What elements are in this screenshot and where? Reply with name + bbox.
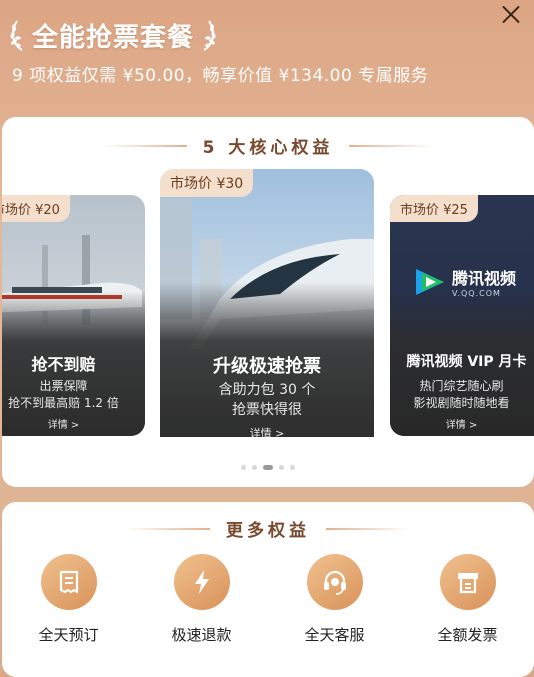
more-benefits-card: 更多权益 全天预订 极速退款 全天客服 全额发票 — [2, 502, 534, 677]
benefit-label: 全天预订 — [38, 626, 99, 644]
price-tag: 市场价 ¥30 — [160, 169, 254, 197]
lightning-icon — [173, 554, 230, 610]
close-icon[interactable] — [498, 2, 524, 28]
benefit-name: 升级极速抢票 — [213, 356, 321, 377]
benefit-card-fast-grab[interactable]: 市场价 ¥30 升级极速抢票 含助力包 30 个 抢票快得很 详情 > — [160, 169, 374, 437]
benefit-label: 全额发票 — [437, 626, 498, 644]
laurel-left-icon — [10, 20, 23, 51]
benefit-desc-line2: 抢票快得很 — [232, 402, 302, 418]
benefit-item-refund[interactable]: 极速退款 — [135, 554, 268, 645]
benefit-desc-line1: 热门综艺随心刷 — [419, 379, 504, 393]
page-title: 全能抢票套餐 — [32, 22, 195, 53]
section-title: 更多权益 — [226, 521, 310, 541]
benefit-desc-line2: 抢不到最高赔 1.2 倍 — [8, 396, 119, 410]
details-link[interactable]: 详情 > — [390, 416, 534, 431]
carousel-dot[interactable] — [252, 465, 257, 470]
price-tag: 市场价 ¥20 — [2, 195, 70, 222]
benefit-name: 抢不到赔 — [31, 355, 96, 374]
benefit-card-tencent-vip[interactable]: 腾讯视频 V.QQ.COM 市场价 ¥25 腾讯视频 VIP 月卡 热门综艺随心… — [390, 195, 534, 436]
benefit-label: 全天客服 — [304, 626, 365, 644]
more-benefits-list: 全天预订 极速退款 全天客服 全额发票 — [2, 554, 534, 645]
benefit-item-booking[interactable]: 全天预订 — [2, 554, 135, 645]
section-title: 5 大核心权益 — [202, 138, 334, 158]
invoice-icon — [439, 554, 496, 610]
benefit-desc-line1: 出票保障 — [39, 379, 88, 393]
benefits-carousel[interactable]: 市场价 ¥20 抢不到赔 出票保障 抢不到最高赔 1.2 倍 详情 > 市场价 … — [2, 167, 534, 437]
benefit-desc-line1: 含助力包 30 个 — [218, 382, 316, 398]
details-link[interactable]: 详情 > — [160, 425, 374, 437]
laurel-right-icon — [203, 20, 216, 51]
package-subtitle: 9 项权益仅需 ¥50.00，畅享价值 ¥134.00 专属服务 — [12, 66, 429, 86]
carousel-indicator — [2, 465, 534, 470]
logo-text: 腾讯视频 — [452, 269, 517, 288]
core-benefits-card: 5 大核心权益 市场价 ¥20 抢不到赔 出票保障 抢不到最高赔 1.2 倍 详… — [2, 117, 534, 487]
benefit-name: 腾讯视频 VIP 月卡 — [406, 354, 527, 370]
carousel-dot[interactable] — [241, 465, 246, 470]
carousel-dot[interactable] — [279, 465, 284, 470]
benefit-item-service[interactable]: 全天客服 — [268, 554, 401, 645]
carousel-dot-active[interactable] — [263, 465, 273, 470]
benefit-item-invoice[interactable]: 全额发票 — [401, 554, 534, 645]
package-title-row: 全能抢票套餐 — [8, 15, 218, 55]
more-benefits-heading: 更多权益 — [2, 516, 534, 541]
benefit-card-claim[interactable]: 市场价 ¥20 抢不到赔 出票保障 抢不到最高赔 1.2 倍 详情 > — [2, 195, 145, 436]
benefit-desc-line2: 影视剧随时随地看 — [413, 396, 510, 410]
headset-icon — [306, 554, 363, 610]
ticket-icon — [40, 554, 97, 610]
benefit-label: 极速退款 — [171, 626, 232, 644]
details-link[interactable]: 详情 > — [2, 416, 145, 431]
carousel-dot[interactable] — [290, 465, 295, 470]
core-benefits-heading: 5 大核心权益 — [2, 133, 534, 158]
price-tag: 市场价 ¥25 — [390, 195, 478, 222]
